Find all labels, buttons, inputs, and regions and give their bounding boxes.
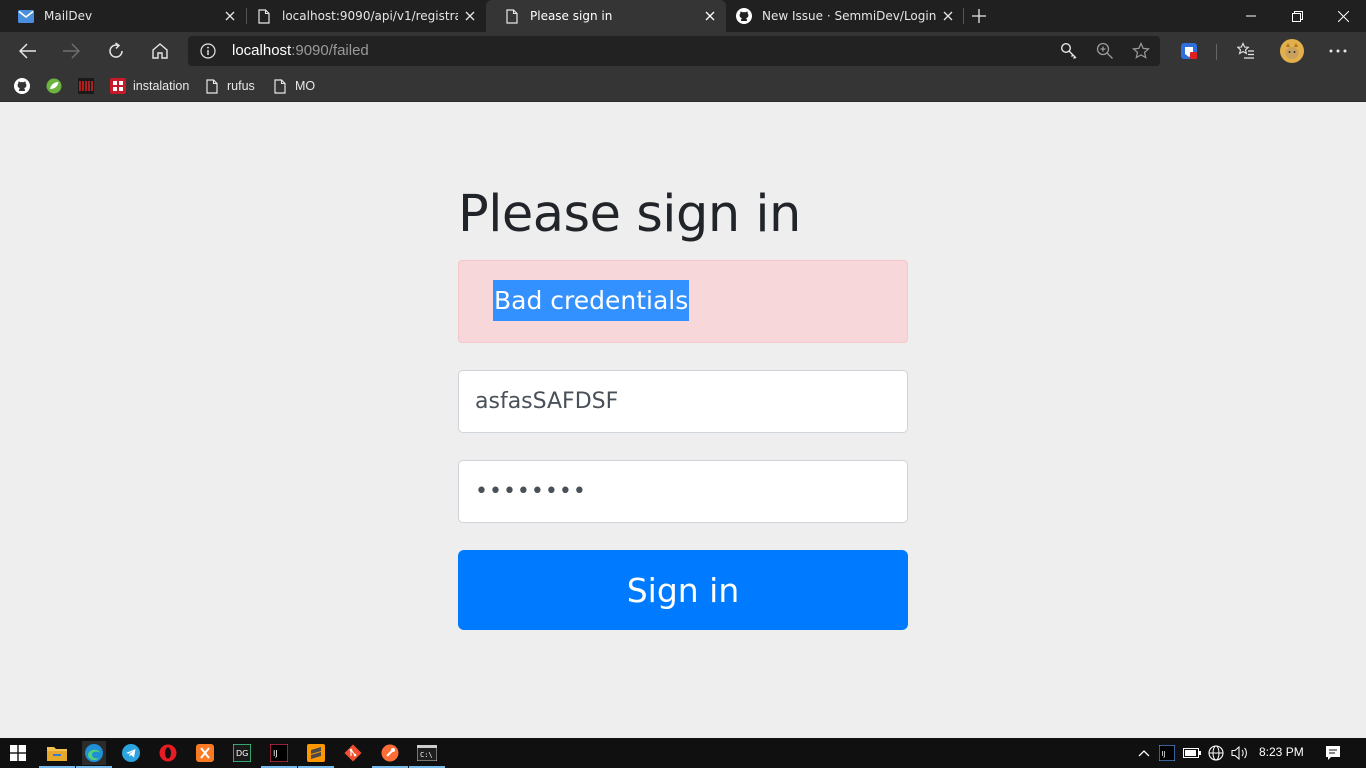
notification-icon[interactable] <box>1324 744 1342 762</box>
start-icon[interactable] <box>6 741 30 765</box>
forward-button[interactable] <box>58 38 84 64</box>
tab-maildev[interactable]: MailDev <box>0 0 246 32</box>
sign-in-button[interactable]: Sign in <box>458 550 908 630</box>
browser-toolbar: localhost:9090/failed <box>0 32 1366 70</box>
taskbar-clock[interactable]: 8:23 PM <box>1259 745 1304 759</box>
git-icon[interactable] <box>341 741 365 765</box>
bookmark-bsw[interactable] <box>78 75 94 97</box>
bookmarks-bar: instalation rufus MO <box>0 70 1366 102</box>
xampp-icon[interactable] <box>193 741 217 765</box>
close-icon[interactable] <box>462 8 478 24</box>
more-menu-icon[interactable] <box>1325 38 1351 64</box>
url-text[interactable]: localhost:9090/failed <box>232 42 369 59</box>
tab-title: MailDev <box>44 9 93 23</box>
bsw-icon <box>78 78 94 94</box>
url-path: :9090/failed <box>291 42 369 59</box>
back-button[interactable] <box>15 38 41 64</box>
red-app-icon <box>110 78 126 94</box>
bookmark-instalation[interactable]: instalation <box>110 75 189 97</box>
tab-title: Please sign in <box>530 9 613 23</box>
favorites-icon[interactable] <box>1233 38 1259 64</box>
datagrip-icon[interactable]: DG <box>230 741 254 765</box>
profile-avatar[interactable] <box>1279 38 1305 64</box>
extension-icon[interactable] <box>1176 38 1202 64</box>
bookmark-github[interactable] <box>14 75 30 97</box>
tab-new-issue[interactable]: New Issue · SemmiDev/Login-Re <box>718 0 964 32</box>
bookmark-mo[interactable]: MO <box>272 75 315 97</box>
mail-icon <box>18 8 34 24</box>
telegram-icon[interactable] <box>119 741 143 765</box>
volume-icon[interactable] <box>1231 744 1249 762</box>
info-icon[interactable] <box>200 43 216 59</box>
svg-text:IJ: IJ <box>273 749 278 758</box>
favorite-star-icon[interactable] <box>1132 42 1150 60</box>
svg-text:IJ: IJ <box>1162 750 1166 758</box>
spring-icon <box>46 78 62 94</box>
chevron-up-icon[interactable] <box>1135 744 1153 762</box>
close-icon[interactable] <box>222 8 238 24</box>
postman-icon[interactable] <box>372 741 408 768</box>
page-icon <box>272 78 288 94</box>
page-icon <box>504 8 520 24</box>
tab-please-sign-in[interactable]: Please sign in <box>486 0 726 32</box>
page-content: Please sign in Bad credentials asfasSAFD… <box>0 103 1366 738</box>
page-icon <box>256 8 272 24</box>
username-input[interactable]: asfasSAFDSF <box>458 370 908 433</box>
sublime-text-icon[interactable] <box>298 741 334 768</box>
bookmark-label: rufus <box>227 79 255 93</box>
new-tab-button[interactable] <box>968 6 990 26</box>
bookmark-label: MO <box>295 79 316 93</box>
restore-button[interactable] <box>1274 0 1320 32</box>
address-bar[interactable]: localhost:9090/failed <box>188 36 1160 66</box>
refresh-button[interactable] <box>103 38 129 64</box>
error-alert: Bad credentials <box>458 260 908 343</box>
close-icon[interactable] <box>702 8 718 24</box>
page-title: Please sign in <box>458 185 801 244</box>
tab-title: localhost:9090/api/v1/registration <box>282 9 458 23</box>
github-icon <box>14 78 30 94</box>
key-icon[interactable] <box>1060 42 1078 60</box>
close-icon[interactable] <box>940 8 956 24</box>
tab-title: New Issue · SemmiDev/Login-Re <box>762 9 936 23</box>
intellij-tray-icon[interactable]: IJ <box>1158 744 1176 762</box>
browser-titlebar: MailDev localhost:9090/api/v1/registrati… <box>0 0 1366 32</box>
home-button[interactable] <box>147 38 173 64</box>
svg-text:C:\: C:\ <box>420 751 433 759</box>
zoom-icon[interactable] <box>1096 42 1114 60</box>
alert-message: Bad credentials <box>493 280 690 321</box>
battery-icon[interactable] <box>1183 744 1201 762</box>
minimize-button[interactable] <box>1228 0 1274 32</box>
toolbar-divider <box>1216 44 1217 60</box>
file-explorer-icon[interactable] <box>39 741 75 768</box>
edge-icon[interactable] <box>76 741 112 768</box>
bookmark-label: instalation <box>133 79 190 93</box>
github-icon <box>736 8 752 24</box>
password-input[interactable]: •••••••• <box>458 460 908 523</box>
globe-icon[interactable] <box>1207 744 1225 762</box>
close-window-button[interactable] <box>1320 0 1366 32</box>
page-icon <box>204 78 220 94</box>
windows-taskbar: DG IJ C:\ IJ 8:23 PM <box>0 738 1366 768</box>
tab-registration[interactable]: localhost:9090/api/v1/registration <box>238 0 486 32</box>
bookmark-spring[interactable] <box>46 75 62 97</box>
intellij-icon[interactable]: IJ <box>261 741 297 768</box>
opera-icon[interactable] <box>156 741 180 765</box>
url-host: localhost <box>232 42 292 59</box>
terminal-icon[interactable]: C:\ <box>409 741 445 768</box>
tab-divider <box>963 8 964 24</box>
bookmark-rufus[interactable]: rufus <box>204 75 255 97</box>
svg-text:DG: DG <box>236 749 248 758</box>
